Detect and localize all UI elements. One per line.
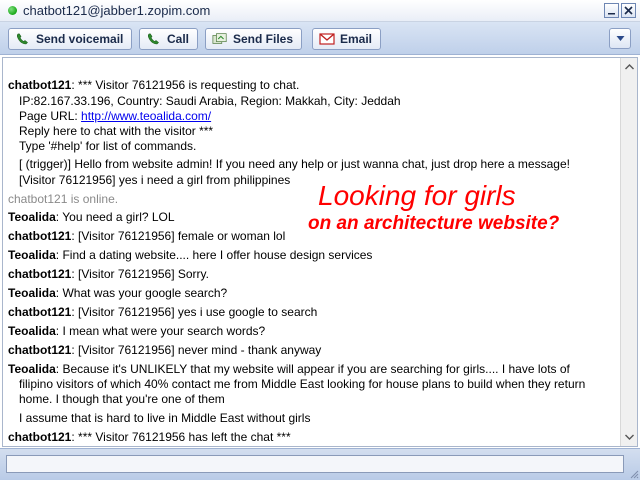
- page-url-link[interactable]: http://www.teoalida.com/: [81, 109, 211, 123]
- chat-line: Teoalida: What was your google search?: [8, 286, 227, 300]
- chat-line: chatbot121: *** Visitor 76121956 is requ…: [8, 78, 299, 92]
- chat-line: chatbot121: [Visitor 76121956] female or…: [8, 229, 285, 243]
- chevron-down-icon: [616, 36, 624, 41]
- message-nick: chatbot121: [8, 430, 72, 444]
- chat-line: chatbot121: *** Visitor 76121956 has lef…: [8, 430, 291, 444]
- phone-icon: [15, 32, 31, 46]
- help-hint: Type '#help' for list of commands.: [19, 139, 197, 153]
- message-continuation: filipino visitors of which 40% contact m…: [19, 377, 586, 391]
- chat-line: Teoalida: Because it's UNLIKELY that my …: [8, 362, 570, 376]
- phone-icon: [146, 32, 162, 46]
- message-text: : [Visitor 76121956] Sorry.: [71, 267, 209, 281]
- chat-line: chatbot121: [Visitor 76121956] never min…: [8, 343, 321, 357]
- send-files-button[interactable]: Send Files: [205, 28, 303, 50]
- chat-line: Teoalida: You need a girl? LOL: [8, 210, 175, 224]
- send-files-label: Send Files: [233, 32, 294, 46]
- overlay-caption-line2: on an architecture website?: [308, 213, 560, 234]
- envelope-icon: [319, 32, 335, 46]
- message-text: : *** Visitor 76121956 has left the chat…: [71, 430, 291, 444]
- visitor-message: [Visitor 76121956] yes i need a girl fro…: [19, 173, 291, 187]
- send-voicemail-button[interactable]: Send voicemail: [8, 28, 133, 50]
- toolbar: Send voicemail Call Send Files Email: [0, 22, 640, 55]
- resize-grip-icon[interactable]: [629, 469, 639, 479]
- minimize-icon: [608, 13, 615, 15]
- message-nick: chatbot121: [8, 343, 72, 357]
- email-label: Email: [340, 32, 373, 46]
- close-icon: [624, 6, 633, 15]
- message-text: : [Visitor 76121956] female or woman lol: [71, 229, 286, 243]
- scroll-down-icon[interactable]: [622, 430, 636, 444]
- overlay-caption-line1: Looking for girls: [318, 180, 516, 211]
- visitor-details: IP:82.167.33.196, Country: Saudi Arabia,…: [19, 94, 401, 108]
- message-nick: chatbot121: [8, 267, 72, 281]
- message-text: : [Visitor 76121956] yes i use google to…: [71, 305, 318, 319]
- message-text: : Find a dating website.... here I offer…: [55, 248, 373, 262]
- scroll-up-icon[interactable]: [622, 60, 636, 74]
- page-url-label: Page URL:: [19, 109, 82, 123]
- message-text: : Because it's UNLIKELY that my website …: [55, 362, 570, 376]
- online-status-line: chatbot121 is online.: [8, 192, 119, 206]
- chat-log[interactable]: chatbot121: *** Visitor 76121956 is requ…: [2, 57, 638, 447]
- message-text: : What was your google search?: [55, 286, 228, 300]
- window-title: chatbot121@jabber1.zopim.com: [23, 3, 211, 18]
- chat-line: Teoalida: Find a dating website.... here…: [8, 248, 372, 262]
- message-nick: Teoalida: [8, 248, 56, 262]
- input-bar: [0, 448, 640, 480]
- message-nick: Teoalida: [8, 324, 56, 338]
- title-bar: chatbot121@jabber1.zopim.com: [0, 0, 640, 22]
- call-label: Call: [167, 32, 190, 46]
- chat-line: chatbot121: [Visitor 76121956] Sorry.: [8, 267, 209, 281]
- message-input[interactable]: [6, 455, 624, 473]
- message-text: : [Visitor 76121956] never mind - thank …: [71, 343, 322, 357]
- message-continuation: home. I though that you're one of them: [19, 392, 225, 406]
- trigger-message: [ (trigger)] Hello from website admin! I…: [19, 157, 570, 171]
- email-button[interactable]: Email: [312, 28, 382, 50]
- message-text: : I mean what were your search words?: [55, 324, 266, 338]
- files-icon: [212, 32, 228, 46]
- chat-line: chatbot121: [Visitor 76121956] yes i use…: [8, 305, 317, 319]
- message-nick: chatbot121: [8, 229, 72, 243]
- send-voicemail-label: Send voicemail: [36, 32, 124, 46]
- message-nick: Teoalida: [8, 286, 56, 300]
- message-extra: I assume that is hard to live in Middle …: [19, 411, 311, 425]
- page-url-line: Page URL: http://www.teoalida.com/: [19, 109, 211, 123]
- options-menu-button[interactable]: [609, 28, 631, 49]
- message-text: : You need a girl? LOL: [55, 210, 175, 224]
- chat-window: chatbot121@jabber1.zopim.com Send voicem…: [0, 0, 640, 480]
- chat-line: Teoalida: I mean what were your search w…: [8, 324, 265, 338]
- online-status-icon: [8, 6, 17, 15]
- message-nick: Teoalida: [8, 210, 56, 224]
- message-nick: chatbot121: [8, 305, 72, 319]
- chat-scrollbar[interactable]: [620, 58, 637, 446]
- minimize-button[interactable]: [604, 3, 619, 18]
- message-nick: chatbot121: [8, 78, 72, 92]
- call-button[interactable]: Call: [139, 28, 199, 50]
- message-text: : *** Visitor 76121956 is requesting to …: [71, 78, 300, 92]
- message-nick: Teoalida: [8, 362, 56, 376]
- reply-hint: Reply here to chat with the visitor ***: [19, 124, 214, 138]
- close-button[interactable]: [621, 3, 636, 18]
